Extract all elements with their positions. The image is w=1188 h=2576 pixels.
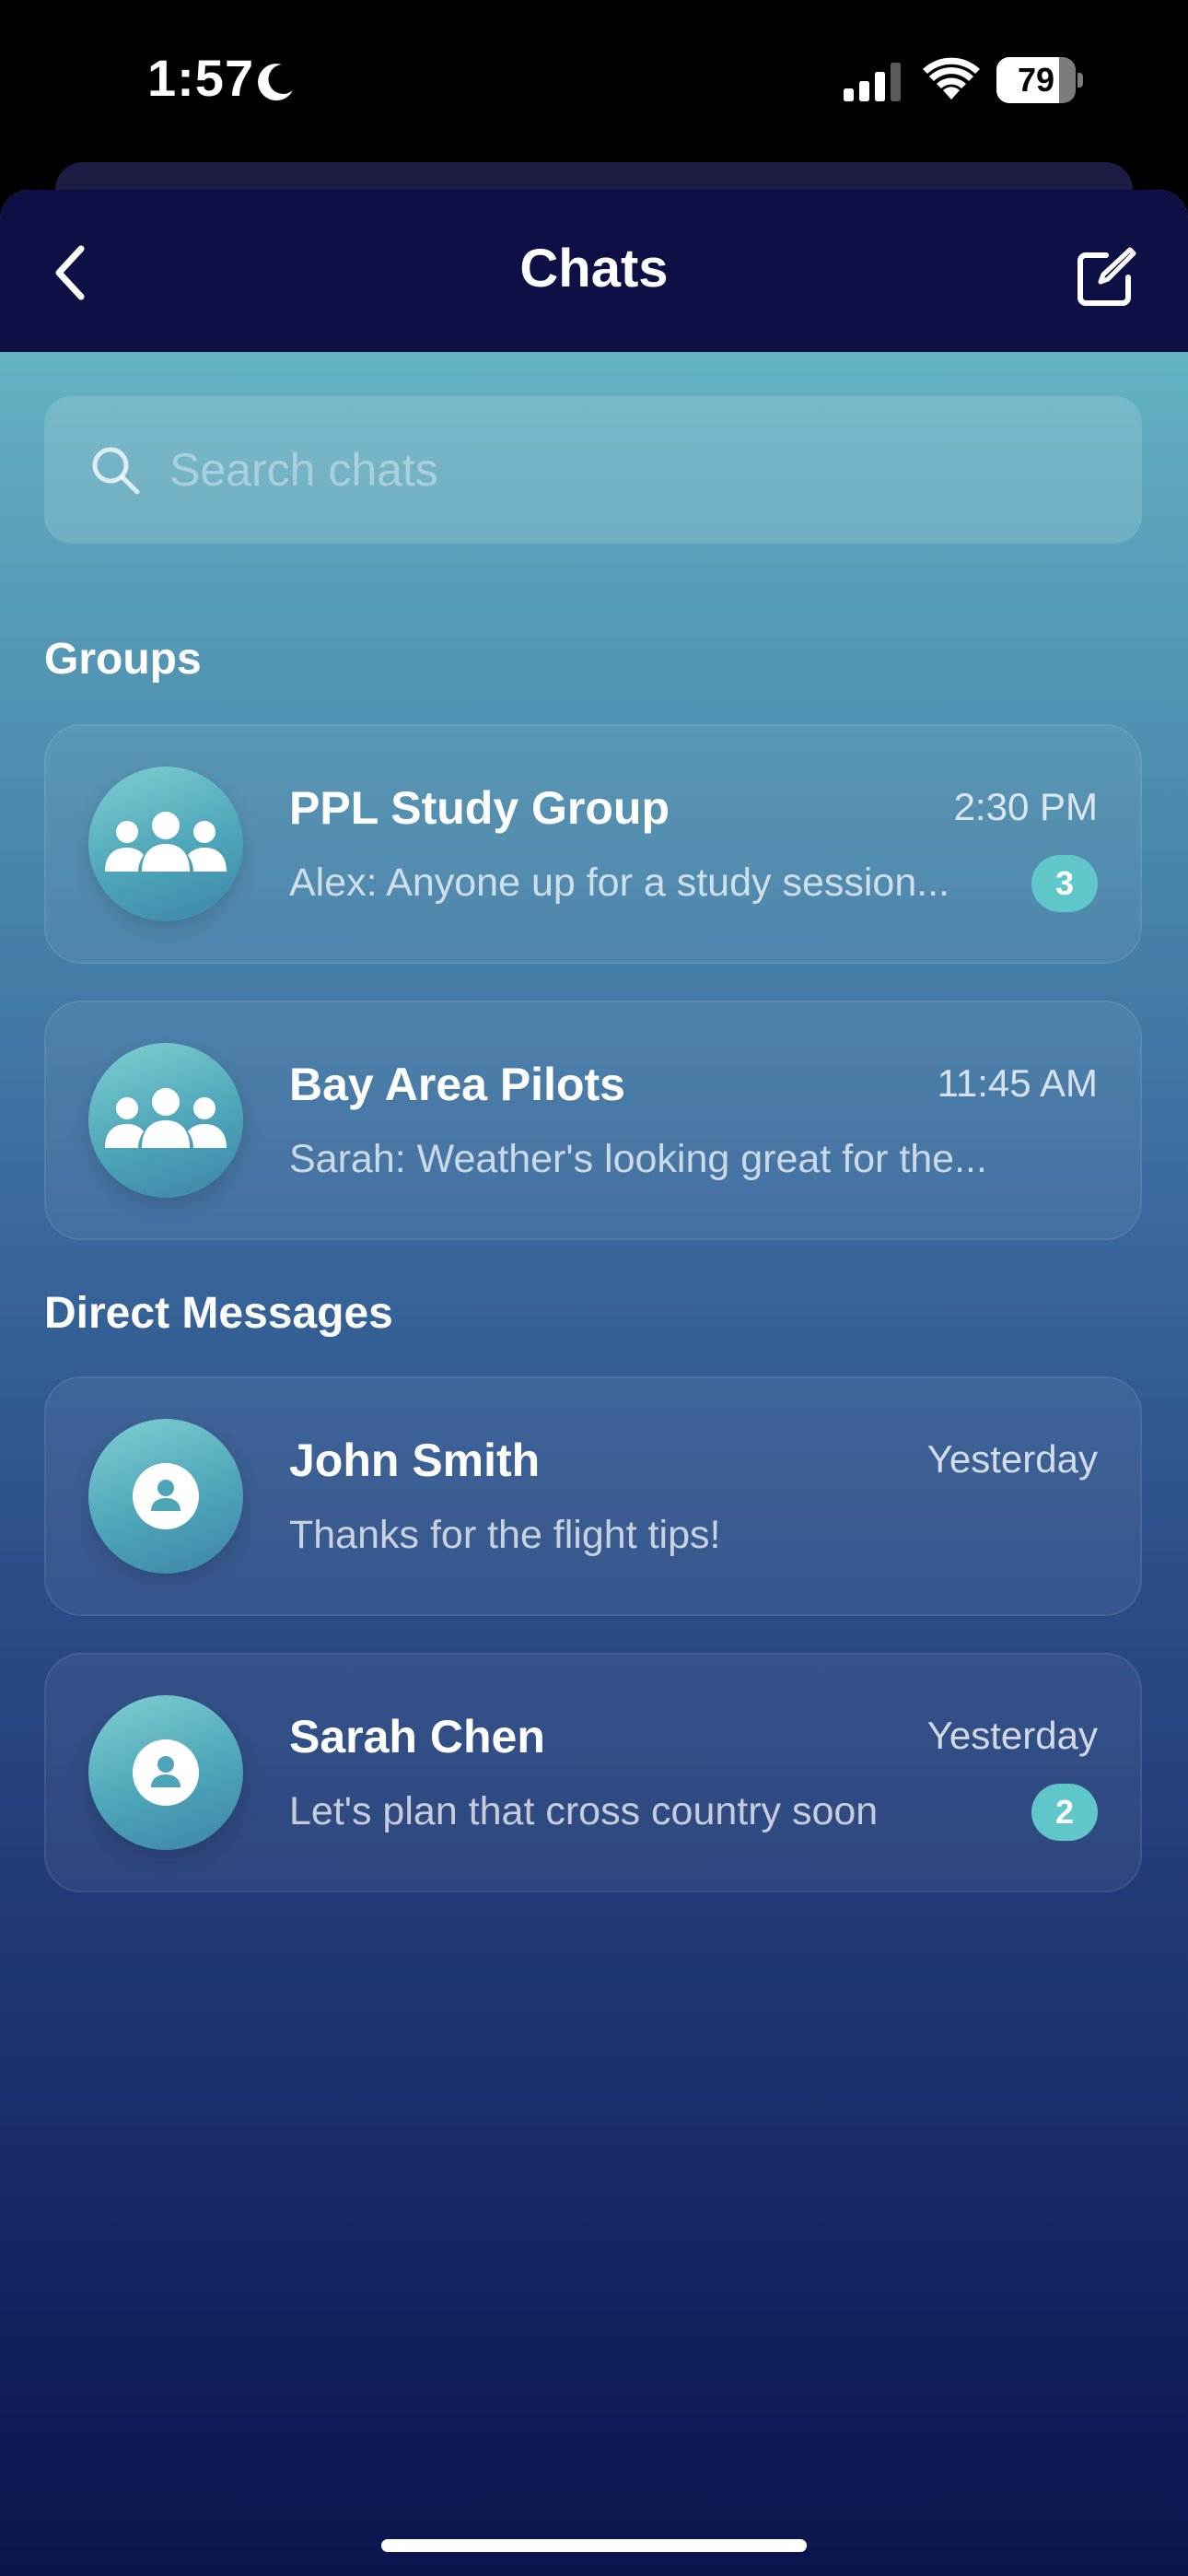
chat-name: Bay Area Pilots [289,1059,625,1110]
battery-level: 79 [1017,61,1055,99]
unread-badge: 2 [1031,1784,1098,1841]
chat-time: 11:45 AM [937,1061,1098,1105]
person-avatar [88,1695,243,1850]
unread-badge: 3 [1031,855,1098,912]
chat-item-sarah-chen[interactable]: Sarah Chen Yesterday Let's plan that cro… [44,1653,1142,1892]
search-icon [92,447,140,495]
page-title: Chats [519,239,669,299]
groups-section-title: Groups [44,635,202,684]
chats-sheet: Chats Groups [0,190,1188,2576]
chat-preview: Let's plan that cross country soon [289,1789,879,1833]
search-input[interactable] [168,442,1092,498]
chat-item-ppl-study-group[interactable]: PPL Study Group 2:30 PM Alex: Anyone up … [44,724,1142,964]
moon-icon [258,64,293,101]
wifi-icon [923,57,980,100]
person-icon [133,1463,199,1529]
group-icon [105,812,227,872]
chats-screen: 1:57 79 Chats Search chats Groups PPL St… [0,0,1188,2576]
chat-name: John Smith [289,1434,541,1486]
signal-icon [844,63,901,101]
home-indicator[interactable] [381,2539,807,2552]
search-bar[interactable] [44,396,1142,544]
chat-item-john-smith[interactable]: John Smith Yesterday Thanks for the flig… [44,1376,1142,1616]
chat-preview: Thanks for the flight tips! [289,1513,721,1557]
person-icon [133,1739,199,1806]
status-time: 1:57 [147,49,255,107]
status-bar: 1:57 79 [0,0,1188,166]
group-avatar [88,767,243,921]
direct-messages-section-title: Direct Messages [44,1289,393,1338]
group-avatar [88,1043,243,1198]
chat-preview: Sarah: Weather's looking great for the..… [289,1137,987,1181]
nav-header: Chats [0,190,1188,352]
compose-button[interactable] [1068,238,1146,315]
chat-time: Yesterday [926,1714,1098,1757]
battery-icon: 79 [996,57,1085,103]
group-icon [105,1088,227,1148]
chat-name: PPL Study Group [289,782,670,834]
chat-preview: Alex: Anyone up for a study session... [289,861,950,905]
chat-time: 2:30 PM [953,785,1098,828]
chat-time: Yesterday [926,1437,1098,1481]
chat-name: Sarah Chen [289,1711,545,1762]
person-avatar [88,1419,243,1574]
compose-icon [1077,247,1136,306]
chat-item-bay-area-pilots[interactable]: Bay Area Pilots 11:45 AM Sarah: Weather'… [44,1001,1142,1240]
